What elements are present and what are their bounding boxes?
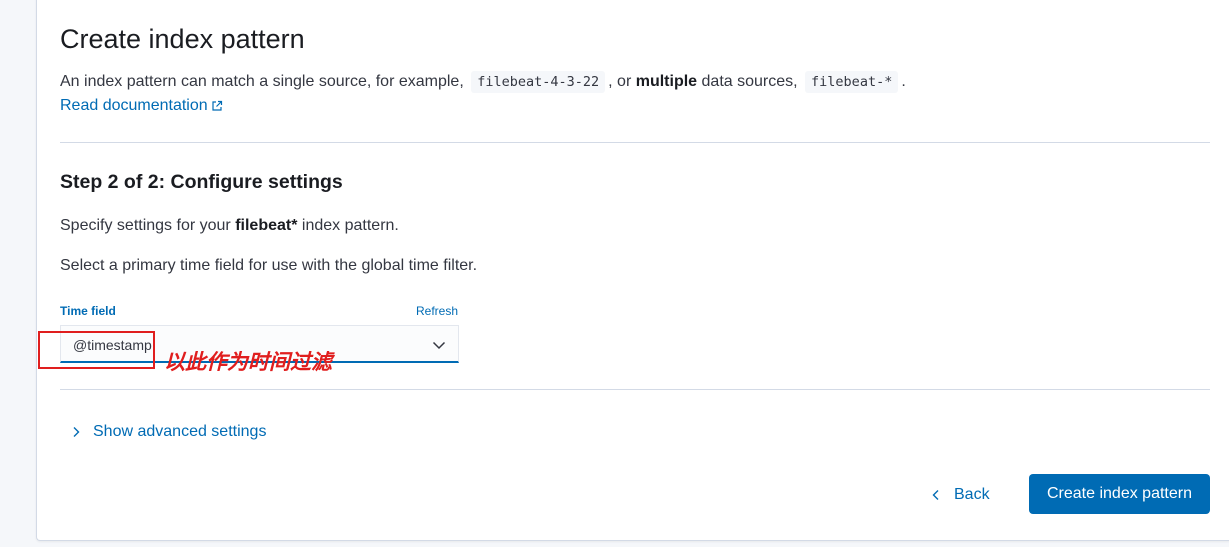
time-field-label: Time field xyxy=(60,304,116,318)
specify-settings-text: Specify settings for your filebeat* inde… xyxy=(60,217,399,235)
create-index-pattern-button[interactable]: Create index pattern xyxy=(1029,474,1210,514)
description-text-3: data sources, xyxy=(701,73,798,90)
description-bold: multiple xyxy=(635,73,698,90)
chevron-right-icon xyxy=(73,427,80,437)
step-title: Step 2 of 2: Configure settings xyxy=(60,171,343,193)
time-field-value: @timestamp xyxy=(73,337,152,353)
chevron-down-icon xyxy=(432,341,446,350)
page-title: Create index pattern xyxy=(60,24,305,54)
pattern-name: filebeat* xyxy=(235,217,298,234)
description-text-2: , or xyxy=(608,73,632,90)
page-description: An index pattern can match a single sour… xyxy=(60,70,906,94)
section-divider-top xyxy=(60,142,1210,143)
read-documentation-label: Read documentation xyxy=(60,97,208,114)
external-link-icon xyxy=(212,100,222,111)
read-documentation-link[interactable]: Read documentation xyxy=(60,95,223,117)
back-button-label: Back xyxy=(954,486,990,503)
section-divider-bottom xyxy=(60,389,1210,390)
specify-prefix: Specify settings for your xyxy=(60,217,231,234)
description-text-1: An index pattern can match a single sour… xyxy=(60,73,464,90)
back-button[interactable]: Back xyxy=(930,476,990,514)
chevron-left-icon xyxy=(932,490,939,500)
annotation-text: 以此作为时间过滤 xyxy=(164,350,332,374)
show-advanced-settings-label: Show advanced settings xyxy=(93,423,267,440)
example-code-single: filebeat-4-3-22 xyxy=(471,71,606,93)
show-advanced-settings-toggle[interactable]: Show advanced settings xyxy=(70,423,266,441)
example-code-multiple: filebeat-* xyxy=(805,71,899,93)
specify-suffix: index pattern. xyxy=(301,217,399,234)
time-filter-text: Select a primary time field for use with… xyxy=(60,257,478,274)
refresh-link[interactable]: Refresh xyxy=(416,304,458,318)
description-text-4: . xyxy=(901,73,906,90)
